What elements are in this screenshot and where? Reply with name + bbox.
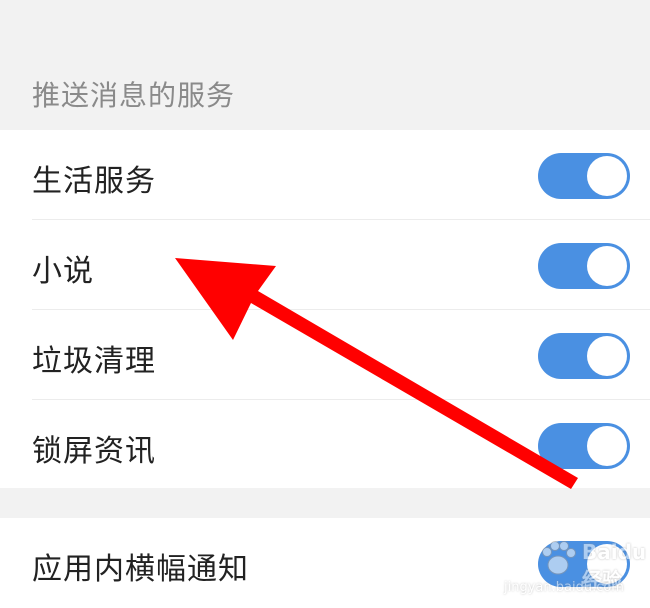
list-item-label: 小说 bbox=[32, 254, 94, 289]
list-item-novel[interactable]: 小说 bbox=[0, 220, 650, 310]
toggle-knob bbox=[587, 336, 627, 376]
list-item-label: 生活服务 bbox=[32, 164, 156, 199]
lockscreen-news-toggle[interactable] bbox=[538, 423, 630, 469]
watermark-url: jingyan.baidu.com bbox=[504, 580, 624, 595]
list-item-label: 锁屏资讯 bbox=[32, 434, 156, 469]
paw-logo-icon bbox=[542, 541, 576, 575]
section-title: 推送消息的服务 bbox=[32, 79, 236, 112]
list-item-life-service[interactable]: 生活服务 bbox=[0, 130, 650, 220]
list-item-junk-cleanup[interactable]: 垃圾清理 bbox=[0, 310, 650, 400]
junk-cleanup-toggle[interactable] bbox=[538, 333, 630, 379]
section-header: 推送消息的服务 bbox=[0, 0, 650, 130]
toggle-knob bbox=[587, 156, 627, 196]
toggle-knob bbox=[587, 246, 627, 286]
novel-toggle[interactable] bbox=[538, 243, 630, 289]
service-list: 生活服务 小说 垃圾清理 锁屏资讯 bbox=[0, 130, 650, 488]
list-item-lockscreen-news[interactable]: 锁屏资讯 bbox=[0, 400, 650, 490]
watermark: Baidu经验 jingyan.baidu.com bbox=[498, 530, 648, 602]
list-item-label: 应用内横幅通知 bbox=[32, 552, 249, 587]
settings-page: 推送消息的服务 生活服务 小说 垃圾清理 锁屏资讯 应用内横幅通知 Baidu经… bbox=[0, 0, 650, 608]
toggle-knob bbox=[587, 426, 627, 466]
list-item-label: 垃圾清理 bbox=[32, 344, 156, 379]
life-service-toggle[interactable] bbox=[538, 153, 630, 199]
